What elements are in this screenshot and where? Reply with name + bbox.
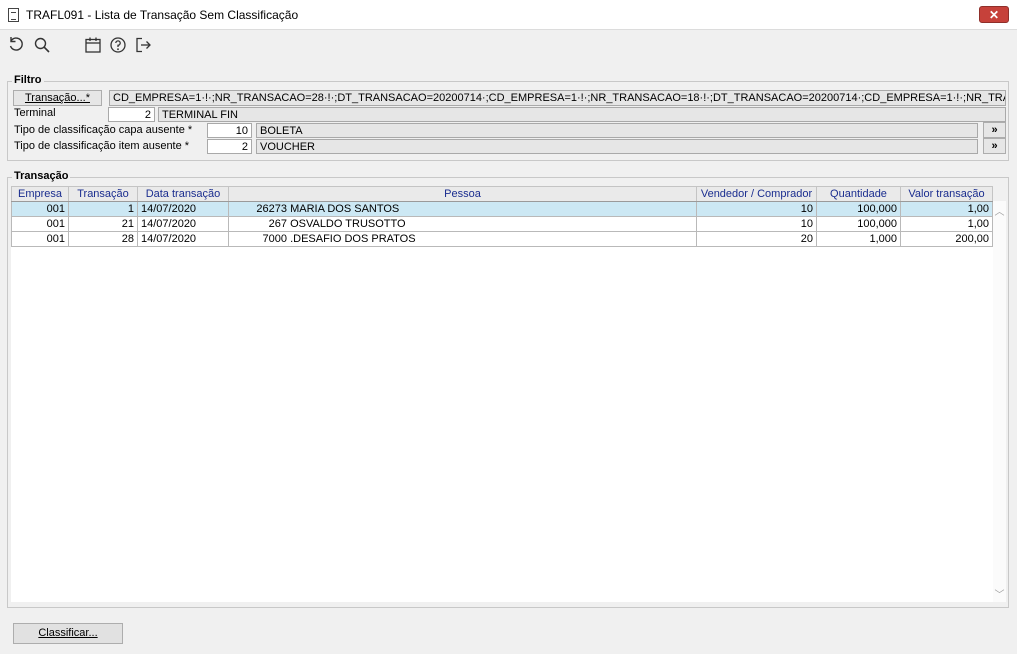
table-row[interactable]: 001 21 14/07/2020 267 OSVALDO TRUSOTTO 1… (11, 216, 993, 232)
item-lookup-button[interactable]: » (983, 138, 1006, 154)
transacao-lookup-button[interactable]: Transação...* (13, 90, 102, 106)
terminal-label: Terminal (14, 107, 56, 119)
exit-icon[interactable] (133, 35, 153, 55)
pessoa-name: OSVALDO TRUSOTTO (290, 218, 406, 230)
classificar-label: Classificar... (38, 627, 98, 639)
pessoa-code: 7000 (262, 233, 287, 245)
cell-vendedor: 10 (696, 201, 817, 217)
col-quantidade[interactable]: Quantidade (816, 186, 901, 202)
terminal-desc-field: TERMINAL FIN (158, 107, 1006, 122)
col-transacao[interactable]: Transação (68, 186, 138, 202)
scroll-down-icon[interactable]: ﹀ (993, 586, 1006, 601)
cell-data: 14/07/2020 (137, 231, 229, 247)
cell-empresa: 001 (11, 231, 69, 247)
cell-quantidade: 100,000 (816, 216, 901, 232)
col-pessoa[interactable]: Pessoa (228, 186, 697, 202)
help-icon[interactable] (108, 35, 128, 55)
pessoa-name: MARIA DOS SANTOS (290, 203, 400, 215)
pessoa-code: 26273 (256, 203, 287, 215)
cell-valor: 1,00 (900, 216, 993, 232)
vertical-scrollbar[interactable]: ︿ ﹀ (993, 201, 1006, 602)
col-valor-transacao[interactable]: Valor transação (900, 186, 993, 202)
cell-pessoa: 267 OSVALDO TRUSOTTO (228, 216, 697, 232)
window-title: TRAFL091 - Lista de Transação Sem Classi… (26, 8, 299, 22)
terminal-code-field[interactable]: 2 (108, 107, 155, 122)
classificar-button[interactable]: Classificar... (13, 623, 123, 644)
scroll-up-icon[interactable]: ︿ (993, 203, 1006, 218)
transacao-table: Empresa Transação Data transação Pessoa … (11, 186, 993, 247)
transacao-filter-field[interactable]: CD_EMPRESA=1·!·;NR_TRANSACAO=28·!·;DT_TR… (109, 90, 1006, 106)
table-header-row: Empresa Transação Data transação Pessoa … (11, 186, 993, 202)
table-row[interactable]: 001 28 14/07/2020 7000 .DESAFIO DOS PRAT… (11, 231, 993, 247)
cell-data: 14/07/2020 (137, 201, 229, 217)
cell-empresa: 001 (11, 201, 69, 217)
item-desc-field: VOUCHER (256, 139, 978, 154)
col-data-transacao[interactable]: Data transação (137, 186, 229, 202)
cell-transacao: 21 (68, 216, 138, 232)
col-vendedor-comprador[interactable]: Vendedor / Comprador (696, 186, 817, 202)
cell-transacao: 28 (68, 231, 138, 247)
capa-code-field[interactable]: 10 (207, 123, 252, 138)
capa-lookup-button[interactable]: » (983, 122, 1006, 138)
search-icon[interactable] (32, 35, 52, 55)
capa-desc-field: BOLETA (256, 123, 978, 138)
cell-data: 14/07/2020 (137, 216, 229, 232)
title-bar: TRAFL091 - Lista de Transação Sem Classi… (0, 0, 1017, 30)
close-button[interactable]: ✕ (979, 6, 1009, 23)
cell-empresa: 001 (11, 216, 69, 232)
transacao-title: Transação (12, 170, 71, 182)
cell-valor: 200,00 (900, 231, 993, 247)
pessoa-code: 267 (268, 218, 287, 230)
calendar-icon[interactable] (83, 35, 103, 55)
transacao-lookup-label: Transação...* (24, 92, 90, 104)
cell-quantidade: 1,000 (816, 231, 901, 247)
cell-vendedor: 20 (696, 231, 817, 247)
capa-label: Tipo de classificação capa ausente * (14, 124, 193, 136)
cell-transacao: 1 (68, 201, 138, 217)
refresh-icon[interactable] (6, 35, 26, 55)
toolbar (0, 31, 1017, 59)
cell-pessoa: 26273 MARIA DOS SANTOS (228, 201, 697, 217)
cell-pessoa: 7000 .DESAFIO DOS PRATOS (228, 231, 697, 247)
cell-valor: 1,00 (900, 201, 993, 217)
cell-vendedor: 10 (696, 216, 817, 232)
grid-background (11, 186, 993, 602)
cell-quantidade: 100,000 (816, 201, 901, 217)
item-label: Tipo de classificação item ausente * (14, 140, 190, 152)
document-icon (8, 8, 19, 22)
filtro-title: Filtro (12, 74, 44, 86)
table-row[interactable]: 001 1 14/07/2020 26273 MARIA DOS SANTOS … (11, 201, 993, 217)
item-code-field[interactable]: 2 (207, 139, 252, 154)
col-empresa[interactable]: Empresa (11, 186, 69, 202)
pessoa-name: .DESAFIO DOS PRATOS (290, 233, 416, 245)
